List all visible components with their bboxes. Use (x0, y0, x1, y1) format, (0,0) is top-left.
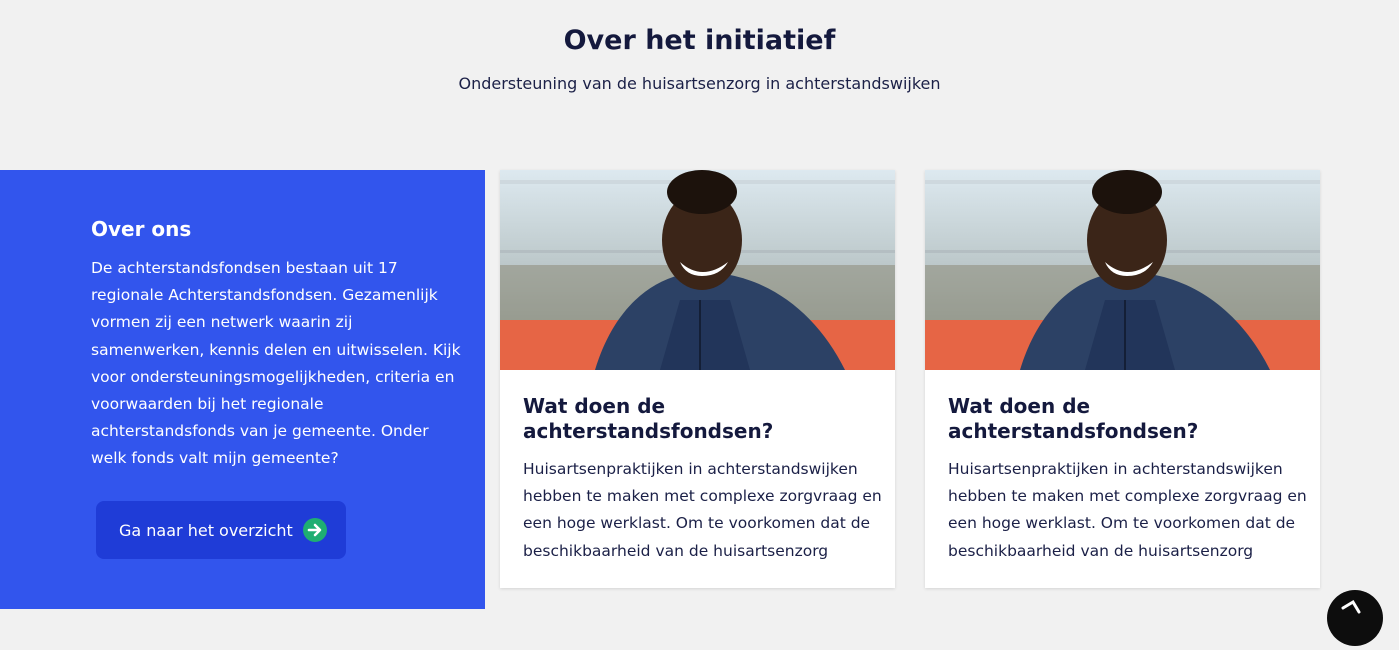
overview-button[interactable]: Ga naar het overzicht (96, 501, 346, 559)
card-image (500, 170, 895, 370)
about-panel: Over ons De achterstandsfondsen bestaan … (0, 170, 485, 609)
card-image (925, 170, 1320, 370)
card-title: Wat doen de achterstandsfondsen? (523, 394, 774, 443)
overview-button-label: Ga naar het overzicht (119, 520, 293, 540)
card-text: Huisartsenpraktijken in achterstandswijk… (948, 460, 1307, 560)
about-title: Over ons (91, 217, 192, 241)
arrow-right-icon (303, 518, 327, 542)
page-subtitle: Ondersteuning van de huisartsenzorg in a… (458, 74, 941, 93)
page-title: Over het initiatief (563, 25, 836, 56)
card-text: Huisartsenpraktijken in achterstandswijk… (523, 460, 882, 560)
chat-widget-button[interactable] (1327, 590, 1383, 646)
card-title: Wat doen de achterstandsfondsen? (948, 394, 1199, 443)
card-what-do-funds[interactable]: Wat doen de achterstandsfondsen? Huisart… (925, 170, 1320, 588)
about-text: De achterstandsfondsen bestaan uit 17 re… (91, 259, 461, 468)
card-what-do-funds[interactable]: Wat doen de achterstandsfondsen? Huisart… (500, 170, 895, 588)
